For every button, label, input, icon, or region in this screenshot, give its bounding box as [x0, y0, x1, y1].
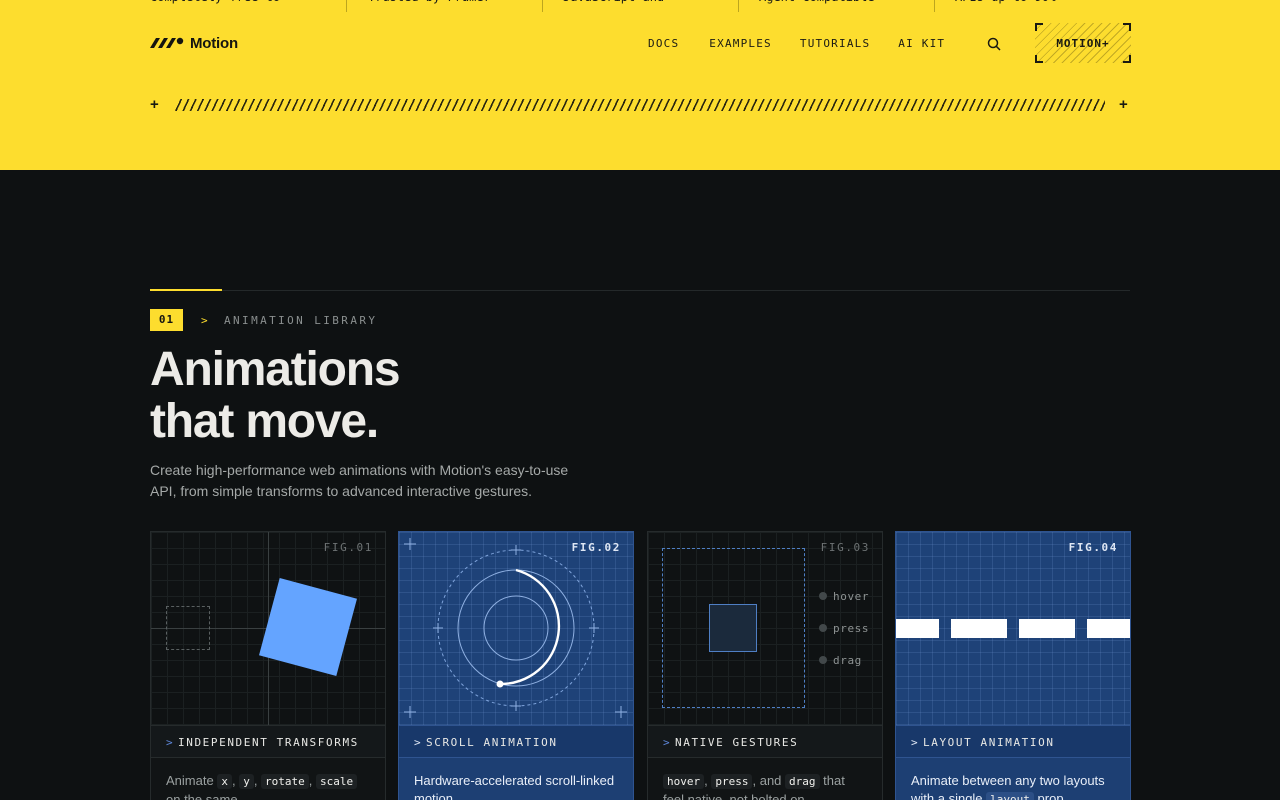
- card-title-bar: > INDEPENDENT TRANSFORMS: [151, 725, 385, 758]
- code-token: y: [239, 774, 254, 789]
- card-illustration: FIG.01: [151, 532, 385, 725]
- card-title-bar: > LAYOUT ANIMATION: [896, 725, 1130, 758]
- section-rule: [150, 290, 1130, 291]
- figure-label: FIG.01: [323, 541, 373, 554]
- card-illustration: FIG.02: [399, 532, 633, 725]
- card-title-bar: > NATIVE GESTURES: [648, 725, 882, 758]
- state-dot-icon: [819, 656, 827, 664]
- layout-block: [1019, 619, 1075, 638]
- page-title: Animations that move.: [150, 344, 650, 448]
- ticker-divider: [542, 0, 543, 12]
- card-description: Animate between any two layouts with a s…: [911, 772, 1116, 800]
- state-dot-icon: [819, 624, 827, 632]
- logo-wordmark: Motion: [190, 34, 238, 52]
- title-line-1: Animations: [150, 343, 401, 396]
- scroll-progress-ring-icon: [404, 538, 627, 718]
- hero-header: Completely free to Trusted by Framer Jav…: [0, 0, 1280, 170]
- section-rule-accent: [150, 289, 222, 291]
- plus-marker: +: [150, 96, 159, 113]
- title-line-2: that move.: [150, 395, 379, 448]
- hatch-pattern: [175, 99, 1105, 111]
- ticker-divider: [738, 0, 739, 12]
- ticker-divider: [346, 0, 347, 12]
- feature-card-gestures[interactable]: hover press drag FIG.03 > NATIVE GESTURE…: [647, 531, 883, 800]
- body-text: , and: [752, 773, 782, 788]
- code-token: layout: [986, 792, 1034, 800]
- corner-bracket: [1123, 23, 1131, 31]
- card-illustration: FIG.04: [896, 532, 1130, 725]
- caret-icon: >: [911, 736, 918, 749]
- corner-bracket: [1035, 23, 1043, 31]
- origin-outline: [166, 606, 210, 650]
- search-icon[interactable]: [987, 37, 1001, 51]
- hatch-divider: + +: [150, 96, 1131, 114]
- feature-card-layout[interactable]: FIG.04 > LAYOUT ANIMATION Animate betwee…: [895, 531, 1131, 800]
- section-number: 01: [150, 309, 183, 331]
- gesture-option-hover: hover: [833, 590, 870, 603]
- ticker-item[interactable]: APIs up to 90%: [955, 0, 1115, 12]
- section-caret: >: [201, 314, 208, 327]
- card-title: INDEPENDENT TRANSFORMS: [178, 736, 359, 749]
- gesture-option-drag: drag: [833, 654, 862, 667]
- caret-icon: >: [166, 736, 173, 749]
- ticker-item[interactable]: Trusted by Framer: [368, 0, 528, 12]
- section-label: ANIMATION LIBRARY: [224, 314, 378, 327]
- logo[interactable]: Motion: [150, 34, 238, 52]
- gesture-option-press: press: [833, 622, 870, 635]
- code-token: drag: [785, 774, 820, 789]
- motion-plus-label: MOTION+: [1056, 37, 1110, 50]
- ticker-item[interactable]: Completely free to: [150, 0, 330, 12]
- caret-icon: >: [414, 736, 421, 749]
- code-token: x: [217, 774, 232, 789]
- code-token: hover: [663, 774, 705, 789]
- card-description: Hardware-accelerated scroll-linked motio…: [414, 773, 615, 800]
- card-title: NATIVE GESTURES: [675, 736, 799, 749]
- layout-block: [1087, 619, 1130, 638]
- card-description: Animate x, y, rotate, scale on the same: [166, 772, 371, 800]
- card-illustration: hover press drag FIG.03: [648, 532, 882, 725]
- motion-logo-icon: [150, 37, 184, 48]
- card-title: LAYOUT ANIMATION: [923, 736, 1055, 749]
- ticker-divider: [934, 0, 935, 12]
- card-title: SCROLL ANIMATION: [426, 736, 558, 749]
- plus-marker: +: [1119, 96, 1128, 113]
- feature-card-scroll[interactable]: FIG.02 > SCROLL ANIMATION Hardware-accel…: [398, 531, 634, 800]
- corner-bracket: [1123, 55, 1131, 63]
- code-token: rotate: [261, 774, 309, 789]
- layout-block: [896, 619, 939, 638]
- body-text: Animate: [166, 773, 214, 788]
- state-dot-icon: [819, 592, 827, 600]
- body-text: on the same: [166, 792, 238, 800]
- nav-tutorials[interactable]: TUTORIALS: [800, 37, 870, 50]
- code-token: scale: [316, 774, 358, 789]
- card-title-bar: > SCROLL ANIMATION: [399, 725, 633, 758]
- ticker-item[interactable]: JavaScript and: [563, 0, 723, 12]
- gesture-box: [709, 604, 757, 652]
- motion-plus-button[interactable]: MOTION+: [1035, 23, 1131, 63]
- figure-label: FIG.03: [820, 541, 870, 554]
- section-description: Create high-performance web animations w…: [150, 462, 569, 499]
- rotated-square: [259, 578, 357, 676]
- nav-docs[interactable]: DOCS: [648, 37, 679, 50]
- ticker-bar: Completely free to Trusted by Framer Jav…: [0, 0, 1280, 12]
- corner-bracket: [1035, 55, 1043, 63]
- layout-block: [951, 619, 1007, 638]
- code-token: press: [711, 774, 753, 789]
- caret-icon: >: [663, 736, 670, 749]
- card-description: hover, press, and drag that feel native,…: [663, 772, 868, 800]
- figure-label: FIG.02: [571, 541, 621, 554]
- nav-examples[interactable]: EXAMPLES: [709, 37, 772, 50]
- body-text: prop: [1037, 791, 1064, 800]
- ticker-item[interactable]: Agent compatible: [759, 0, 919, 12]
- top-nav: DOCS EXAMPLES TUTORIALS AI KIT: [648, 37, 945, 50]
- figure-label: FIG.04: [1068, 541, 1118, 554]
- feature-card-transforms[interactable]: FIG.01 > INDEPENDENT TRANSFORMS Animate …: [150, 531, 386, 800]
- nav-ai-kit[interactable]: AI KIT: [898, 37, 945, 50]
